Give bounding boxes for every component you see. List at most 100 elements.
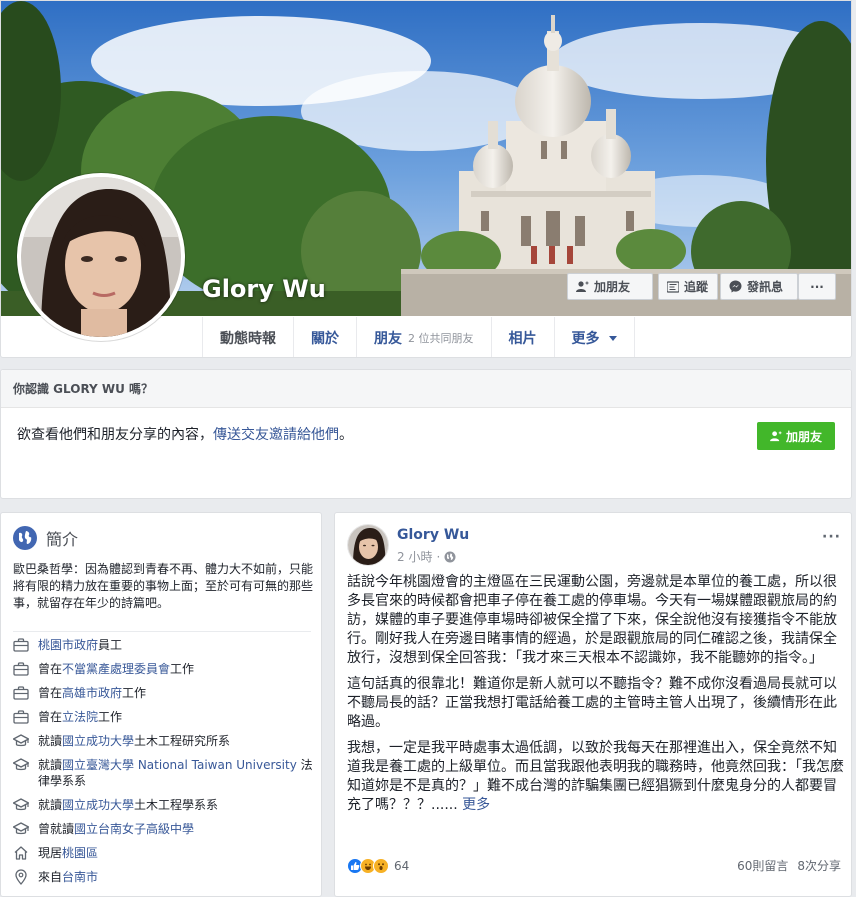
message-button[interactable]: 發訊息 [720,273,798,300]
tab-more[interactable]: 更多 [553,317,635,357]
profile-picture[interactable] [17,173,185,341]
add-friend-green-label: 加朋友 [785,429,822,444]
intro-item: 曾就讀國立台南女子高級中學 [12,821,319,837]
intro-item-link[interactable]: 台南市 [62,870,98,884]
intro-bio: 歐巴桑哲學：因為體認到青春不再、體力大不如前，只能將有限的精力放在重要的事物上面… [13,562,314,610]
profile-name[interactable]: Glory Wu [202,275,326,303]
post-author-name[interactable]: Glory Wu [397,527,469,543]
globe-icon [13,526,37,550]
post-paragraph: 這句話真的很靠北！難道你是新人就可以不聽指令？難不成你沒看過局長就可以不聽局長的… [347,676,837,730]
follow-button[interactable]: 追蹤 [658,273,718,300]
tab-timeline-label: 動態時報 [220,331,276,347]
reactions-summary[interactable]: 64 [347,857,410,874]
tab-friends-label: 朋友 [374,331,402,347]
intro-divider [13,631,311,632]
home-icon [13,845,29,861]
intro-item-link[interactable]: 立法院 [62,710,98,724]
intro-item-link[interactable]: 國立成功大學 [62,798,134,812]
share-count[interactable]: 8次分享 [797,857,841,874]
briefcase-icon [13,637,29,653]
briefcase-icon [13,685,29,701]
intro-item-link[interactable]: 桃園區 [62,846,98,860]
intro-item-prefix: 來自 [38,870,63,884]
intro-item-text: 曾在不當黨產處理委員會工作 [38,661,319,677]
comment-count[interactable]: 60則留言 [737,857,788,874]
graduation-cap-icon [12,757,30,773]
profile-nav: 動態時報 關於 朋友 2 位共同朋友 相片 更多 [202,317,635,357]
send-friend-request-link[interactable]: 傳送交友邀請給他們 [213,427,339,443]
tab-about-label: 關於 [311,331,339,347]
post-meta: 2 小時 · [397,548,456,565]
intro-item-text: 曾在立法院工作 [38,709,319,725]
intro-item: 桃園市政府員工 [13,637,319,653]
intro-item-text: 就讀國立成功大學土木工程研究所系 [38,733,319,749]
follow-label: 追蹤 [684,280,709,294]
intro-card: 簡介 歐巴桑哲學：因為體認到青春不再、體力大不如前，只能將有限的精力放在重要的事… [0,512,322,897]
post-card: Glory Wu 2 小時 · ··· 話說今年桃園燈會的主燈區在三民運動公園，… [334,512,852,897]
intro-item-prefix: 曾在 [38,686,63,700]
intro-item-prefix: 就讀 [38,758,63,772]
intro-item-suffix: 工作 [98,710,123,724]
graduation-cap-icon [12,733,30,749]
do-you-know-prefix: 欲查看他們和朋友分享的內容， [17,427,213,443]
caret-down-icon [608,335,617,341]
intro-item-text: 現居桃園區 [38,845,319,861]
tab-timeline[interactable]: 動態時報 [202,317,293,357]
tab-friends[interactable]: 朋友 2 位共同朋友 [356,317,491,357]
intro-item-link[interactable]: 國立臺灣大學 National Taiwan University [62,758,297,772]
intro-item-text: 就讀國立成功大學土木工程學系系 [38,797,319,813]
messenger-icon [729,280,742,293]
intro-item-prefix: 曾在 [38,662,63,676]
intro-item: 曾在不當黨產處理委員會工作 [13,661,319,677]
intro-item-prefix: 現居 [38,846,63,860]
intro-item-prefix: 曾就讀 [38,822,75,836]
do-you-know-text: 欲查看他們和朋友分享的內容，傳送交友邀請給他們。 [17,424,353,444]
add-friend-green-button[interactable]: 加朋友 [757,422,835,450]
add-friend-label: 加朋友 [594,280,631,294]
intro-item: 曾在高雄市政府工作 [13,685,319,701]
intro-item: 就讀國立臺灣大學 National Taiwan University 法律學系… [12,757,319,789]
see-more-link[interactable]: 更多 [462,797,490,813]
do-you-know-suffix: 。 [339,427,353,443]
intro-item-text: 就讀國立臺灣大學 National Taiwan University 法律學系… [38,757,319,789]
intro-item-text: 來自台南市 [38,869,319,885]
intro-item-link[interactable]: 高雄市政府 [62,686,122,700]
ellipsis-icon: ··· [810,279,824,294]
intro-header: 簡介 [13,526,78,550]
graduation-cap-icon [12,821,30,837]
intro-item-suffix: 土木工程研究所系 [134,734,231,748]
mutual-friends-count: 2 位共同朋友 [408,332,474,345]
post-paragraph: 我想，一定是我平時處事太過低調，以致於我每天在那裡進出入，保全竟然不知道我是養工… [347,739,847,815]
public-globe-icon[interactable] [444,551,456,563]
briefcase-icon [13,709,29,725]
intro-item: 就讀國立成功大學土木工程學系系 [12,797,319,813]
graduation-cap-icon [12,797,30,813]
intro-item-suffix: 工作 [170,662,195,676]
intro-item-link[interactable]: 國立台南女子高級中學 [74,822,194,836]
profile-header: Glory Wu 加朋友 追蹤 發訊息 ··· 動態時報 關於 朋友 2 位共同… [0,0,852,358]
intro-item-suffix: 工作 [122,686,147,700]
intro-item-link[interactable]: 桃園市政府 [38,638,98,652]
location-pin-icon [13,869,29,885]
post-timestamp[interactable]: 2 小時 [397,548,432,565]
intro-item: 曾在立法院工作 [13,709,319,725]
post-author-avatar[interactable] [348,525,388,565]
tab-photos-label: 相片 [508,331,537,347]
add-friend-button[interactable]: 加朋友 [567,273,653,300]
intro-item-link[interactable]: 國立成功大學 [62,734,134,748]
intro-item-link[interactable]: 不當黨產處理委員會 [62,662,170,676]
post-options-button[interactable]: ··· [822,526,841,545]
meta-separator: · [436,549,441,564]
rss-icon [667,280,679,293]
tab-more-label: 更多 [571,331,600,347]
more-options-button[interactable]: ··· [798,273,836,300]
add-person-icon [770,430,782,441]
tab-photos[interactable]: 相片 [490,317,554,357]
do-you-know-card: 你認識 GLORY WU 嗎？ 欲查看他們和朋友分享的內容，傳送交友邀請給他們。 [0,369,852,499]
tab-about[interactable]: 關於 [293,317,356,357]
post-body: 話說今年桃園燈會的主燈區在三民運動公園，旁邊就是本單位的養工處，所以很多長官來的… [347,573,847,822]
intro-item-prefix: 就讀 [38,734,63,748]
intro-item-prefix: 就讀 [38,798,63,812]
intro-item: 就讀國立成功大學土木工程研究所系 [12,733,319,749]
reaction-count: 64 [394,858,410,873]
